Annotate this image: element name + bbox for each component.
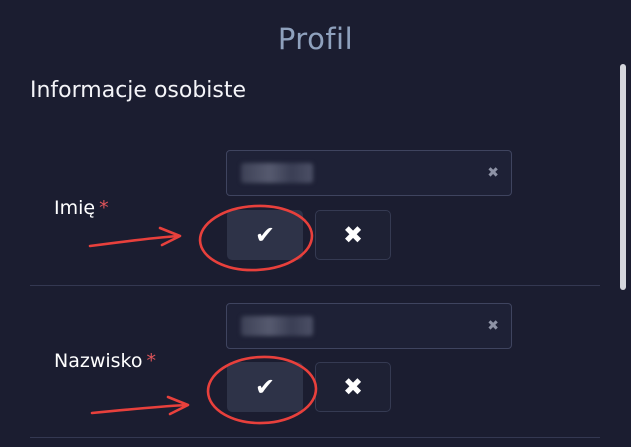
annotation-overlay bbox=[88, 204, 318, 425]
annotation-arrow bbox=[90, 395, 190, 416]
annotation-arrow bbox=[88, 226, 182, 248]
annotation-circle bbox=[198, 204, 314, 272]
annotation-circle bbox=[206, 355, 318, 425]
